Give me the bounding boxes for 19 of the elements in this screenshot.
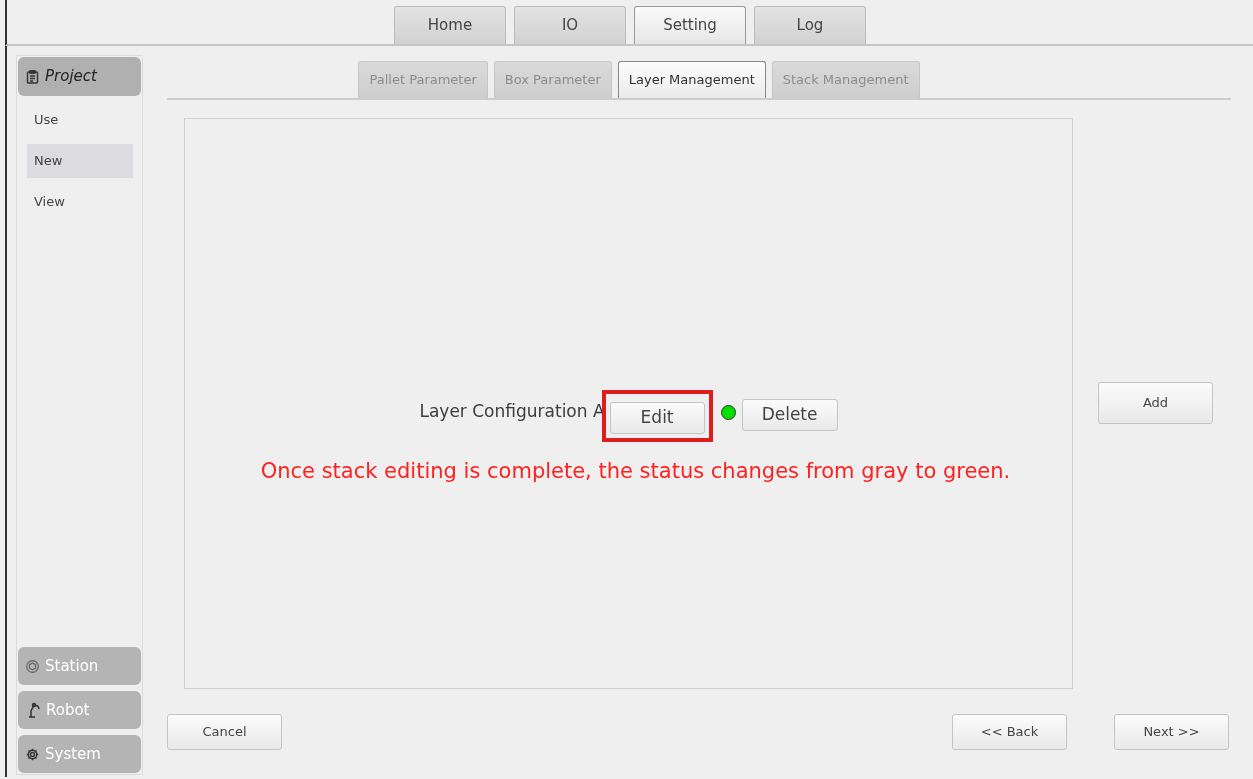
edit-button[interactable]: Edit	[609, 402, 705, 434]
robot-arm-icon	[26, 702, 40, 718]
nav-tab[interactable]: Setting	[634, 6, 746, 44]
next-button[interactable]: Next >>	[1114, 713, 1229, 750]
nav-tab[interactable]: Log	[754, 6, 866, 44]
sidebar-item[interactable]: New	[27, 144, 133, 178]
tab[interactable]: Layer Management	[617, 61, 766, 98]
nav-tab[interactable]: Home	[394, 6, 506, 44]
add-button[interactable]: Add	[1098, 382, 1213, 424]
sidebar-header[interactable]: Project	[18, 57, 141, 96]
nav-tab[interactable]: IO	[514, 6, 626, 44]
annotation-text: Once stack editing is complete, the status changes from gray to green.	[260, 458, 1011, 485]
delete-button[interactable]: Delete	[741, 399, 838, 431]
cancel-button[interactable]: Cancel	[167, 713, 282, 750]
sidebar-item[interactable]: Use	[27, 103, 133, 137]
gear-icon	[26, 747, 39, 761]
clipboard-icon	[26, 69, 39, 84]
back-button[interactable]: << Back	[952, 713, 1067, 750]
sidebar-item[interactable]: View	[27, 185, 133, 219]
